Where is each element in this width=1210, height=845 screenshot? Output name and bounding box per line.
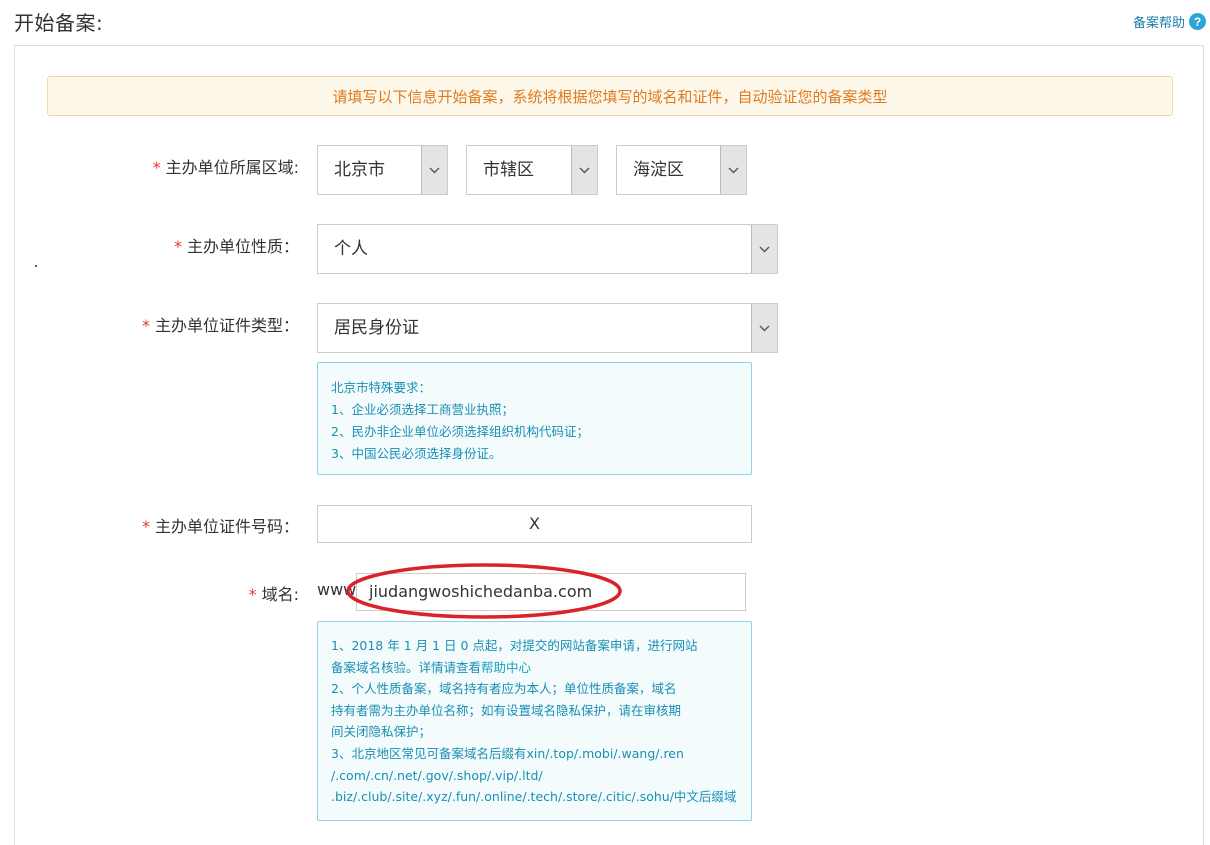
nature-label-text: 主办单位性质： bbox=[187, 237, 299, 256]
tip-line: 北京市特殊要求： bbox=[331, 377, 751, 399]
cert-type-label-text: 主办单位证件类型： bbox=[155, 316, 299, 335]
filing-help-link[interactable]: 备案帮助 ? bbox=[1133, 12, 1206, 31]
province-value: 北京市 bbox=[334, 146, 385, 194]
region-label: * 主办单位所属区域: bbox=[153, 154, 299, 178]
domain-tip-box: 1、2018 年 1 月 1 日 0 点起，对提交的网站备案申请，进行网站 备案… bbox=[317, 621, 752, 821]
cert-number-value: X bbox=[529, 514, 540, 533]
help-icon[interactable]: ? bbox=[1189, 13, 1206, 30]
chevron-down-icon[interactable] bbox=[751, 225, 777, 273]
page-title: 开始备案: bbox=[14, 7, 103, 36]
chevron-down-icon[interactable] bbox=[751, 304, 777, 352]
red-annotation-ellipse bbox=[344, 560, 626, 622]
district-value: 海淀区 bbox=[633, 146, 684, 194]
help-center-link[interactable]: 帮助中心 bbox=[481, 660, 531, 675]
info-notice-banner: 请填写以下信息开始备案，系统将根据您填写的域名和证件，自动验证您的备案类型 bbox=[47, 76, 1173, 116]
tip-line: 2、民办非企业单位必须选择组织机构代码证； bbox=[331, 421, 751, 443]
tip-line: 备案域名核验。详情请查看帮助中心 bbox=[331, 657, 751, 679]
cert-number-label-text: 主办单位证件号码： bbox=[155, 517, 299, 536]
nature-label: * 主办单位性质： bbox=[174, 233, 299, 257]
nature-value: 个人 bbox=[334, 225, 368, 273]
region-label-text: 主办单位所属区域: bbox=[166, 158, 299, 177]
stray-dot bbox=[35, 265, 37, 267]
required-mark: * bbox=[249, 585, 257, 604]
chevron-down-icon[interactable] bbox=[571, 146, 597, 194]
cert-type-label: * 主办单位证件类型： bbox=[142, 312, 299, 336]
cert-type-tip-box: 北京市特殊要求： 1、企业必须选择工商营业执照； 2、民办非企业单位必须选择组织… bbox=[317, 362, 752, 475]
tip-line: 2、个人性质备案，域名持有者应为本人；单位性质备案，域名 bbox=[331, 678, 751, 700]
city-value: 市辖区 bbox=[483, 146, 534, 194]
tip-line: /.com/.cn/.net/.gov/.shop/.vip/.ltd/ bbox=[331, 765, 751, 787]
chevron-down-icon[interactable] bbox=[421, 146, 447, 194]
tip-line: .biz/.club/.site/.xyz/.fun/.online/.tech… bbox=[331, 786, 751, 808]
required-mark: * bbox=[142, 316, 150, 335]
nature-select[interactable]: 个人 bbox=[317, 224, 778, 274]
domain-label: * 域名: bbox=[249, 581, 299, 605]
tip-line: 1、企业必须选择工商营业执照； bbox=[331, 399, 751, 421]
tip-line: 持有者需为主办单位名称；如有设置域名隐私保护，请在审核期 bbox=[331, 700, 751, 722]
help-link-label: 备案帮助 bbox=[1133, 12, 1185, 31]
required-mark: * bbox=[142, 517, 150, 536]
cert-type-select[interactable]: 居民身份证 bbox=[317, 303, 778, 353]
province-select[interactable]: 北京市 bbox=[317, 145, 448, 195]
cert-number-input[interactable]: X bbox=[317, 505, 752, 543]
tip-line: 3、北京地区常见可备案域名后缀有xin/.top/.mobi/.wang/.re… bbox=[331, 743, 751, 765]
tip-line: 间关闭隐私保护； bbox=[331, 721, 751, 743]
domain-label-text: 域名: bbox=[262, 585, 299, 604]
cert-number-label: * 主办单位证件号码： bbox=[142, 513, 299, 537]
district-select[interactable]: 海淀区 bbox=[616, 145, 747, 195]
cert-type-value: 居民身份证 bbox=[334, 304, 419, 352]
city-select[interactable]: 市辖区 bbox=[466, 145, 598, 195]
chevron-down-icon[interactable] bbox=[720, 146, 746, 194]
required-mark: * bbox=[153, 158, 161, 177]
required-mark: * bbox=[174, 237, 182, 256]
tip-line: 3、中国公民必须选择身份证。 bbox=[331, 443, 751, 465]
tip-line: 1、2018 年 1 月 1 日 0 点起，对提交的网站备案申请，进行网站 bbox=[331, 635, 751, 657]
tip-text: 备案域名核验。详情请查看 bbox=[331, 660, 481, 675]
